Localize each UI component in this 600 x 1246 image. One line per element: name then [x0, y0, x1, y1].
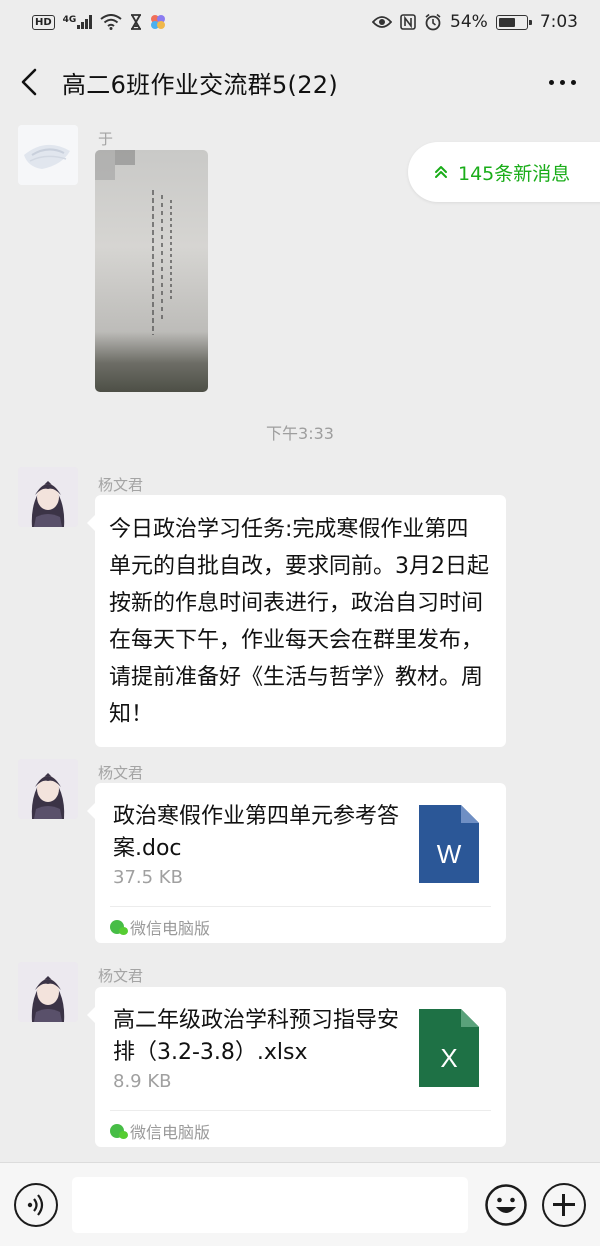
- hd-icon: HD: [32, 14, 55, 30]
- sender-name: 杨文君: [98, 476, 144, 494]
- avatar-image: [18, 125, 78, 185]
- new-messages-label: 145条新消息: [458, 162, 571, 185]
- double-chevron-up-icon: [435, 166, 447, 178]
- file-name: 政治寒假作业第四单元参考答案.doc: [113, 804, 400, 861]
- signal-icon: 4G: [63, 15, 93, 29]
- battery-percent: 54%: [450, 12, 488, 32]
- clock: 7:03: [539, 12, 578, 32]
- word-file-icon: W: [419, 805, 479, 883]
- avatar[interactable]: [18, 759, 78, 819]
- file-source: 微信电脑版: [110, 906, 491, 939]
- chevron-left-icon: [21, 68, 37, 96]
- avatar-image: [18, 467, 78, 527]
- voice-icon: [27, 1194, 44, 1216]
- network-type-label: 4G: [62, 15, 77, 25]
- status-right: 54% 7:03: [372, 12, 578, 32]
- hourglass-icon: [131, 14, 142, 30]
- sender-name: 杨文君: [98, 764, 144, 782]
- eye-icon: [372, 16, 393, 28]
- file-source-label: 微信电脑版: [130, 919, 211, 938]
- more-functions-button[interactable]: [542, 1183, 586, 1227]
- message-input[interactable]: [72, 1177, 468, 1233]
- photo-content: [95, 150, 172, 335]
- wechat-icon: [110, 920, 128, 935]
- file-size: 8.9 KB: [113, 1071, 172, 1092]
- excel-file-icon: X: [419, 1009, 479, 1087]
- sender-name: 于: [98, 130, 114, 148]
- smiley-icon: [485, 1184, 527, 1226]
- text-message-bubble[interactable]: 今日政治学习任务:完成寒假作业第四单元的自批自改，要求同前。3月2日起按新的作息…: [87, 495, 506, 747]
- dot-icon: [549, 79, 554, 85]
- file-size: 37.5 KB: [113, 867, 183, 888]
- dot-icon: [571, 79, 576, 85]
- wifi-icon: [100, 14, 122, 30]
- word-icon-letter: W: [437, 839, 462, 869]
- wechat-icon: [110, 1124, 128, 1139]
- status-left: HD 4G: [32, 14, 166, 30]
- nfc-icon: [400, 14, 416, 30]
- avatar[interactable]: [18, 125, 78, 185]
- input-bar: [0, 1162, 600, 1246]
- battery-icon: [495, 14, 532, 30]
- avatar-image: [18, 759, 78, 819]
- emoji-button[interactable]: [484, 1183, 528, 1227]
- voice-input-button[interactable]: [14, 1183, 58, 1227]
- avatar[interactable]: [18, 467, 78, 527]
- more-options-button[interactable]: [545, 72, 580, 93]
- excel-icon-letter: X: [440, 1043, 457, 1073]
- avatar-image: [18, 962, 78, 1022]
- file-source: 微信电脑版: [110, 1110, 491, 1143]
- status-bar: HD 4G 54% 7:03: [0, 0, 600, 44]
- file-name: 高二年级政治学科预习指导安排（3.2-3.8）.xlsx: [113, 1008, 400, 1065]
- message-text: 今日政治学习任务:完成寒假作业第四单元的自批自改，要求同前。3月2日起按新的作息…: [109, 517, 489, 727]
- file-source-label: 微信电脑版: [130, 1123, 211, 1142]
- file-message-doc[interactable]: 政治寒假作业第四单元参考答案.doc 37.5 KB W 微信电脑版: [87, 783, 506, 943]
- avatar[interactable]: [18, 962, 78, 1022]
- app-notification-icon: [151, 15, 166, 29]
- image-message[interactable]: [95, 150, 208, 392]
- dot-icon: [560, 79, 565, 85]
- new-messages-button[interactable]: 145条新消息: [408, 142, 600, 202]
- back-button[interactable]: [20, 62, 56, 102]
- timestamp: 下午3:33: [266, 424, 334, 443]
- chat-header: 高二6班作业交流群5(22): [0, 44, 600, 120]
- sender-name: 杨文君: [98, 967, 144, 985]
- file-message-xlsx[interactable]: 高二年级政治学科预习指导安排（3.2-3.8）.xlsx 8.9 KB X 微信…: [87, 987, 506, 1147]
- chat-title: 高二6班作业交流群5(22): [62, 70, 339, 99]
- alarm-icon: [425, 13, 441, 31]
